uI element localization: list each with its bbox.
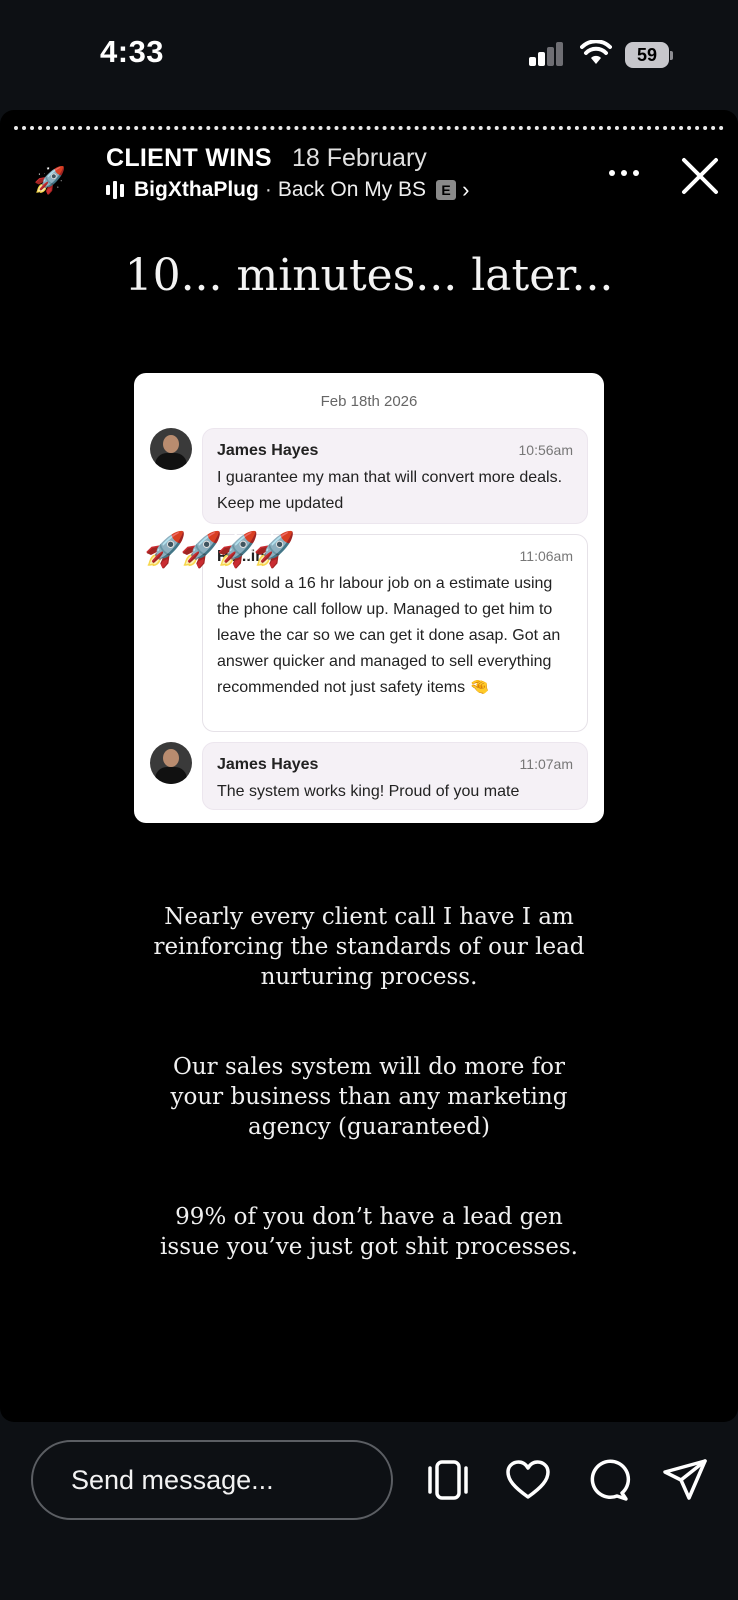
status-bar: 4:33 59 (0, 0, 738, 110)
story-caption-paragraph: Our sales system will do more for your b… (170, 1054, 568, 1140)
highlight-title[interactable]: CLIENT WINS (106, 144, 272, 173)
message-time: 11:07am (519, 756, 573, 772)
music-song: Back On My BS (277, 178, 427, 201)
heart-icon[interactable] (504, 1456, 552, 1504)
comment-icon[interactable] (583, 1456, 631, 1504)
message-text: The system works king! Proud of you mate (217, 783, 520, 800)
cards-icon[interactable] (424, 1456, 472, 1504)
story-progress-bar (14, 126, 724, 130)
message-text: I guarantee my man that will convert mor… (217, 469, 563, 512)
status-time: 4:33 (100, 34, 165, 69)
music-separator: · (264, 178, 272, 201)
avatar (150, 742, 192, 784)
chat-screenshot-card: Feb 18th 2026 James Hayes 10:56am I guar… (134, 373, 604, 823)
message-time: 11:06am (519, 548, 573, 564)
music-bars-icon (106, 181, 124, 199)
chat-message: James Hayes 11:07am The system works kin… (202, 742, 588, 810)
music-attribution[interactable]: BigXthaPlug · Back On My BS E › (106, 176, 469, 204)
story-date: 18 February (292, 144, 427, 172)
share-icon[interactable] (661, 1456, 709, 1504)
story-headline: 10... minutes... later... (124, 250, 614, 301)
story-caption-paragraph: Nearly every client call I have I am rei… (153, 904, 585, 990)
rocket-stickers: 🚀🚀🚀🚀 (144, 531, 295, 569)
story-reply-bar (0, 1422, 738, 1600)
send-message-input[interactable] (31, 1440, 393, 1520)
message-sender: James Hayes (217, 756, 319, 773)
music-artist: BigXthaPlug (134, 178, 259, 201)
explicit-badge: E (436, 180, 457, 200)
message-sender: James Hayes (217, 442, 319, 459)
message-time: 10:56am (518, 442, 573, 458)
highlight-avatar[interactable]: 🚀 (22, 152, 78, 208)
more-options-button[interactable] (602, 158, 646, 188)
rocket-icon: 🚀 (33, 164, 67, 195)
chat-message: James Hayes 10:56am I guarantee my man t… (202, 428, 588, 524)
close-icon[interactable] (676, 152, 724, 200)
chat-date: Feb 18th 2026 (320, 393, 418, 410)
cellular-signal-icon (529, 42, 565, 66)
battery-icon: 59 (625, 42, 673, 68)
avatar (150, 428, 192, 470)
chevron-right-icon: › (462, 177, 470, 202)
message-text: Just sold a 16 hr labour job on a estima… (217, 575, 561, 696)
story-caption-paragraph: 99% of you don’t have a lead gen issue y… (160, 1204, 578, 1260)
battery-level: 59 (636, 45, 658, 65)
story-viewer[interactable]: 🚀 CLIENT WINS 18 February BigXthaPlug · … (0, 110, 738, 1422)
wifi-icon (580, 40, 612, 64)
